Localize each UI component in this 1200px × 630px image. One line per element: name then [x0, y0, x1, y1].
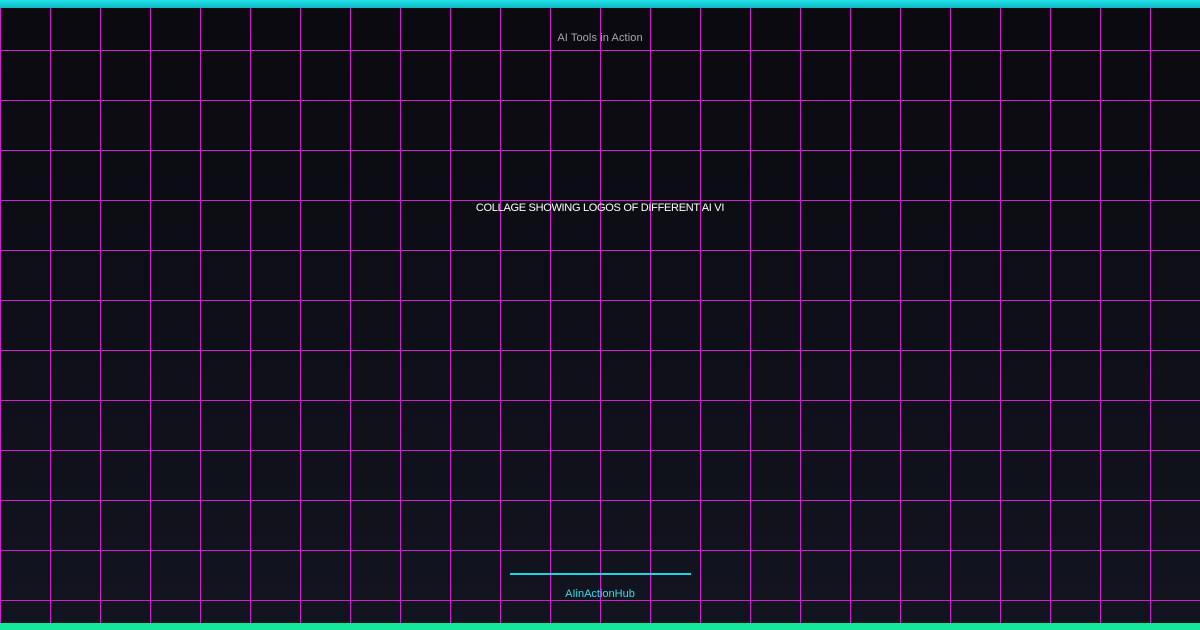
headline-text: COLLAGE SHOWING LOGOS OF DIFFERENT AI VI [475, 202, 725, 214]
tag-label: AI Tools in Action [557, 32, 643, 44]
divider-line [510, 573, 691, 575]
bottom-accent-bar [0, 623, 1200, 630]
top-accent-bar [0, 0, 1200, 8]
brand-name: AIinActionHub [565, 588, 635, 600]
background-grid [0, 0, 1200, 630]
